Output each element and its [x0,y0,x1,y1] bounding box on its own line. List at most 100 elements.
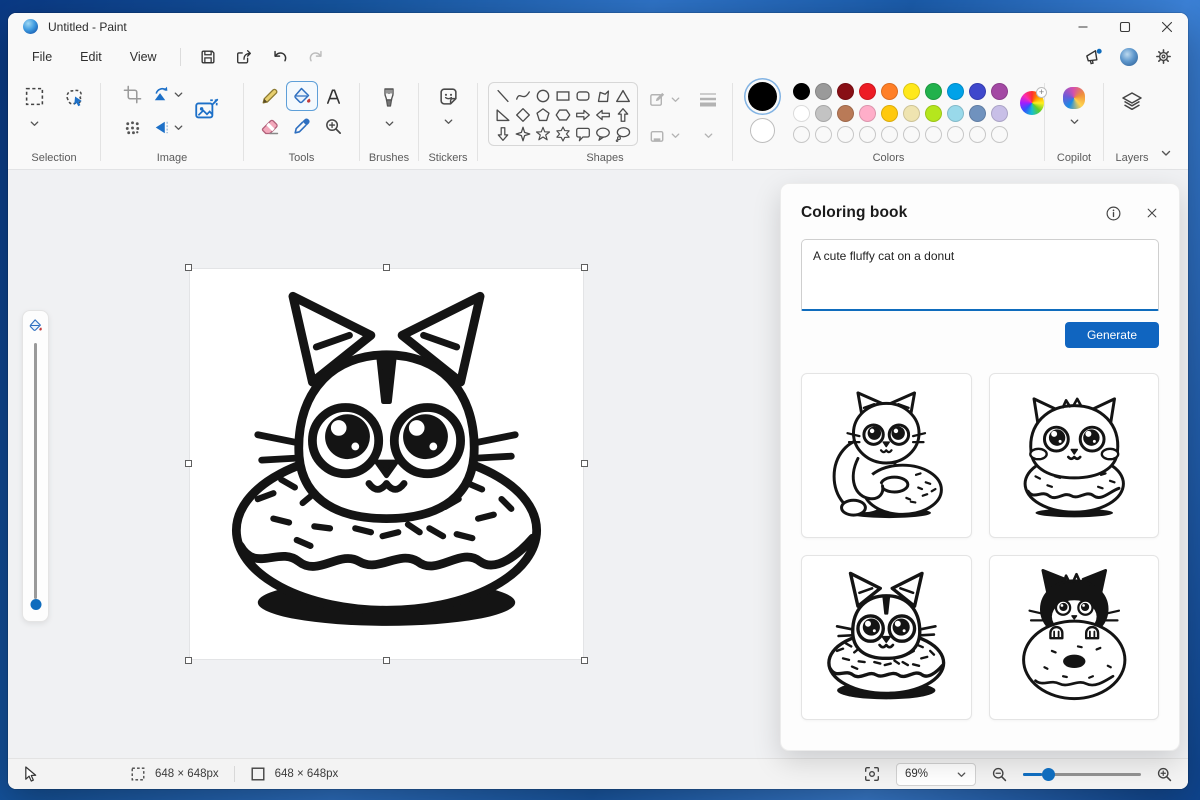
drawing-canvas[interactable] [185,264,588,664]
selection-handle-bottom-right[interactable] [581,657,588,664]
share-button[interactable] [229,44,259,70]
palette-color-swatch[interactable] [903,104,920,122]
menu-file[interactable]: File [18,45,66,69]
account-avatar[interactable] [1120,47,1138,66]
selection-handle-top-middle[interactable] [382,264,390,271]
shape-rounded-callout[interactable] [574,125,592,143]
zoom-slider[interactable] [1023,767,1141,781]
shape-diamond[interactable] [514,106,532,124]
palette-color-swatch[interactable] [793,104,810,122]
pencil-tool[interactable] [254,81,286,111]
zoom-slider-thumb[interactable] [1041,767,1055,781]
shape-outline-chevron[interactable] [670,94,681,105]
shape-six-point-star[interactable] [554,125,572,143]
palette-color-swatch[interactable] [837,104,854,122]
generate-button[interactable]: Generate [1064,322,1159,348]
fit-to-screen-button[interactable] [863,765,881,783]
shape-five-point-star[interactable] [534,125,552,143]
info-icon[interactable] [1105,205,1122,222]
shape-thickness-button[interactable] [697,89,719,109]
panel-close-icon[interactable] [1145,206,1159,220]
eraser-tool[interactable] [254,111,286,141]
palette-color-swatch[interactable] [837,83,854,100]
redo-button[interactable] [301,44,331,70]
shape-fill-chevron[interactable] [670,130,681,141]
fill-tool-selected[interactable] [285,81,318,111]
shape-triangle[interactable] [614,87,632,105]
palette-color-swatch[interactable] [947,104,964,122]
result-thumbnail-black-cat-behind-donut[interactable] [988,555,1159,720]
palette-color-swatch[interactable] [793,83,810,100]
palette-color-swatch[interactable] [859,104,876,122]
palette-empty-slot[interactable] [881,126,898,143]
selection-handle-bottom-left[interactable] [185,657,192,664]
palette-color-swatch[interactable] [969,83,986,100]
undo-button[interactable] [265,44,295,70]
selection-handle-middle-left[interactable] [185,460,192,467]
shape-arrow-left[interactable] [594,106,612,124]
palette-color-swatch[interactable] [991,104,1008,122]
shape-arrow-up[interactable] [614,106,632,124]
palette-empty-slot[interactable] [925,126,942,143]
shape-rounded-rectangle[interactable] [574,87,592,105]
shape-outline-button[interactable] [648,90,667,109]
palette-empty-slot[interactable] [903,126,920,143]
palette-color-swatch[interactable] [881,104,898,122]
close-button[interactable] [1146,13,1188,40]
resize-button[interactable] [123,118,142,137]
shape-arrow-right[interactable] [574,106,592,124]
shape-arrow-down[interactable] [494,125,512,143]
shape-hexagon[interactable] [554,106,572,124]
crop-button[interactable] [123,85,142,104]
zoom-out-button[interactable] [991,766,1008,783]
zoom-level-dropdown[interactable]: 69% [896,762,976,786]
text-tool[interactable] [318,81,350,111]
brushes-dropdown-chevron[interactable] [384,118,395,129]
selection-handle-bottom-middle[interactable] [382,657,390,664]
flip-dropdown-chevron[interactable] [173,122,184,133]
palette-color-swatch[interactable] [947,83,964,100]
shape-rectangle[interactable] [554,87,572,105]
palette-empty-slot[interactable] [815,126,832,143]
settings-button[interactable] [1155,48,1172,65]
stickers-dropdown-chevron[interactable] [443,116,454,127]
palette-empty-slot[interactable] [969,126,986,143]
shape-fill-button[interactable] [648,126,667,145]
ribbon-collapse-chevron[interactable] [1160,147,1172,159]
palette-color-swatch[interactable] [925,83,942,100]
shape-line[interactable] [494,87,512,105]
palette-empty-slot[interactable] [947,126,964,143]
selection-handle-middle-right[interactable] [581,460,588,467]
edit-colors-button[interactable]: + [1020,87,1047,117]
palette-color-swatch[interactable] [903,83,920,100]
minimize-button[interactable] [1062,13,1104,40]
brushes-button[interactable] [379,86,399,109]
palette-empty-slot[interactable] [837,126,854,143]
rotate-button[interactable] [151,85,170,104]
result-thumbnail-cat-hugging-donut[interactable] [801,373,972,538]
palette-color-swatch[interactable] [925,104,942,122]
palette-empty-slot[interactable] [793,126,810,143]
palette-color-swatch[interactable] [969,104,986,122]
palette-color-swatch[interactable] [881,83,898,100]
tolerance-slider-track[interactable] [34,343,37,599]
palette-color-swatch[interactable] [859,83,876,100]
flip-button[interactable] [151,118,170,137]
menu-view[interactable]: View [116,45,171,69]
palette-empty-slot[interactable] [991,126,1008,143]
feedback-button[interactable] [1084,47,1103,66]
shape-thought-bubble[interactable] [614,125,632,143]
free-form-select-button[interactable] [63,86,85,129]
prompt-input[interactable]: A cute fluffy cat on a donut [802,240,1158,309]
color-picker-tool[interactable] [286,111,318,141]
shape-lightning[interactable] [514,144,532,146]
result-thumbnail-chubby-cat-on-donut[interactable] [988,373,1159,538]
shape-ellipse[interactable] [534,87,552,105]
shape-curve[interactable] [514,87,532,105]
tolerance-slider-thumb[interactable] [30,599,41,610]
selection-handle-top-right[interactable] [581,264,588,271]
shape-right-triangle[interactable] [494,106,512,124]
save-button[interactable] [193,44,223,70]
shape-oval-callout[interactable] [594,125,612,143]
copilot-icon[interactable] [1063,87,1085,109]
